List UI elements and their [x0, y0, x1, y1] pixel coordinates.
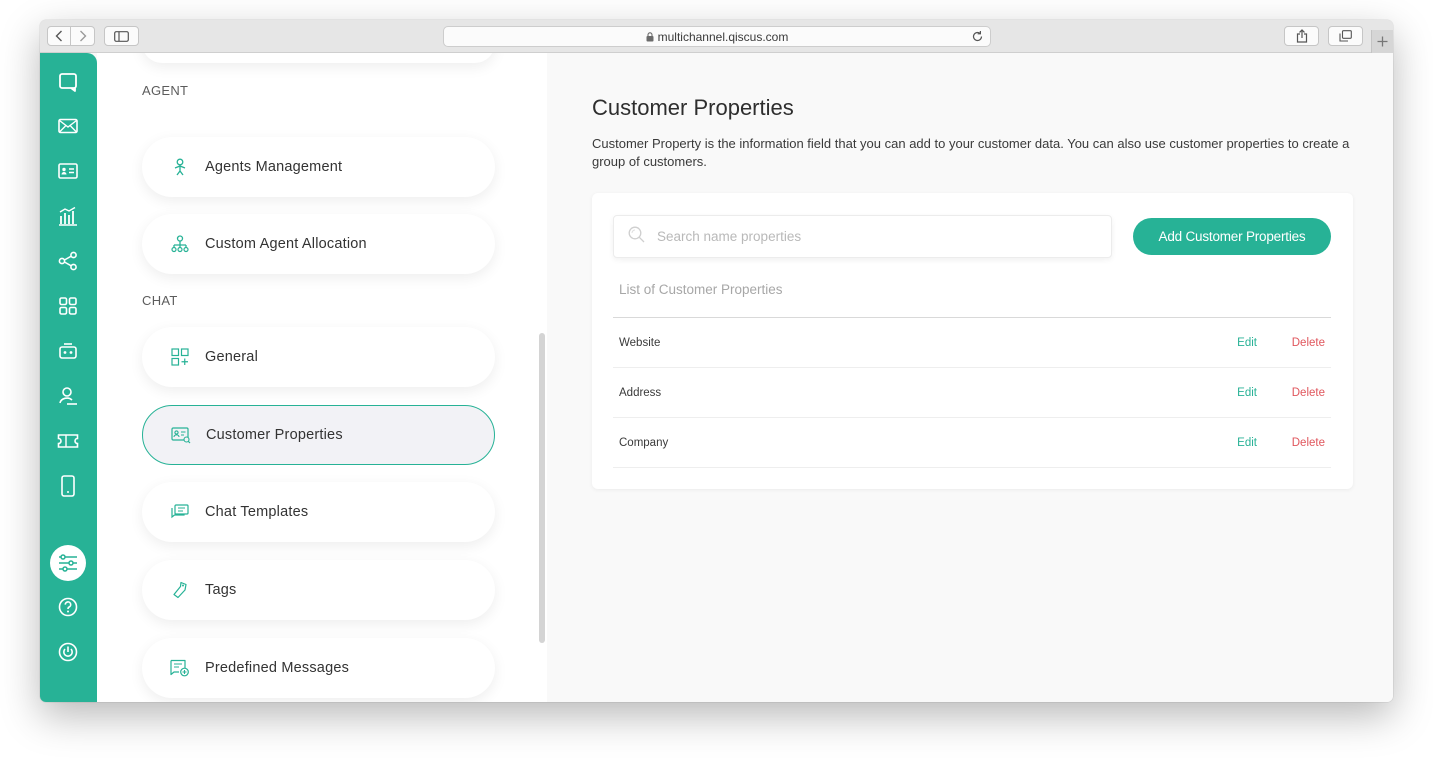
- edit-link[interactable]: Edit: [1237, 337, 1257, 349]
- lock-icon: [646, 31, 654, 42]
- chat-bubble-icon: [59, 73, 77, 92]
- sidebar-toggle-button[interactable]: [104, 26, 139, 46]
- plus-icon: [1377, 36, 1388, 47]
- settings-item-label: Predefined Messages: [205, 660, 350, 676]
- settings-item-tags[interactable]: Tags: [142, 560, 495, 620]
- grid-plus-icon: [170, 347, 190, 367]
- table-row: Company Edit Delete: [613, 418, 1331, 468]
- edit-link[interactable]: Edit: [1237, 387, 1257, 399]
- rail-agents[interactable]: [57, 385, 79, 407]
- agent-icon: [170, 157, 190, 177]
- edit-link[interactable]: Edit: [1237, 437, 1257, 449]
- property-name: Company: [619, 436, 669, 449]
- main-content: Customer Properties Customer Property is…: [547, 53, 1393, 702]
- predefined-message-icon: [170, 658, 190, 678]
- tabs-overview-button[interactable]: [1328, 26, 1363, 46]
- power-icon: [58, 642, 78, 662]
- settings-item-label: Agents Management: [205, 159, 343, 175]
- share-button[interactable]: [1284, 26, 1319, 46]
- mobile-icon: [61, 475, 75, 497]
- ticket-icon: [57, 434, 79, 448]
- settings-item-agents-management[interactable]: Agents Management: [142, 137, 495, 197]
- rail-help[interactable]: [57, 596, 79, 618]
- forward-button[interactable]: [71, 26, 95, 46]
- share-nodes-icon: [58, 251, 77, 271]
- table-row: Address Edit Delete: [613, 368, 1331, 418]
- tabs-icon: [1339, 30, 1352, 42]
- sidebar-icon: [114, 30, 129, 42]
- search-box[interactable]: [613, 215, 1112, 258]
- apps-grid-icon: [59, 297, 77, 315]
- app-nav-rail: [40, 53, 97, 702]
- settings-item-custom-agent-allocation[interactable]: Custom Agent Allocation: [142, 214, 495, 274]
- settings-item-label: Custom Agent Allocation: [205, 236, 367, 252]
- rail-bot[interactable]: [57, 340, 79, 362]
- settings-item-label: Tags: [205, 582, 237, 598]
- help-icon: [58, 597, 78, 617]
- browser-window: multichannel.qiscus.com AGENT Agents Man…: [40, 20, 1393, 702]
- delete-link[interactable]: Delete: [1292, 437, 1325, 449]
- rail-contacts[interactable]: [57, 160, 79, 182]
- settings-item-general[interactable]: General: [142, 327, 495, 387]
- customer-card-icon: [171, 425, 191, 445]
- rail-email[interactable]: [57, 115, 79, 137]
- rail-tickets[interactable]: [57, 430, 79, 452]
- settings-sliders-icon: [59, 554, 77, 572]
- settings-item-label: Chat Templates: [205, 504, 309, 520]
- rail-inbox[interactable]: [57, 71, 79, 93]
- search-input[interactable]: [657, 229, 1077, 244]
- bar-chart-icon: [59, 206, 77, 226]
- settings-scrollbar[interactable]: [539, 333, 545, 643]
- add-customer-properties-button[interactable]: Add Customer Properties: [1133, 218, 1331, 255]
- settings-item-label: Customer Properties: [206, 427, 343, 443]
- back-button[interactable]: [47, 26, 71, 46]
- settings-item-customer-properties[interactable]: Customer Properties: [142, 405, 495, 465]
- rail-logout[interactable]: [57, 641, 79, 663]
- user-sign-icon: [59, 387, 77, 405]
- share-icon: [1296, 29, 1307, 43]
- rail-settings[interactable]: [50, 545, 86, 581]
- property-name: Website: [619, 336, 661, 349]
- allocation-icon: [170, 234, 190, 254]
- id-card-icon: [58, 163, 78, 179]
- settings-item-partial[interactable]: [142, 53, 495, 63]
- settings-item-chat-templates[interactable]: Chat Templates: [142, 482, 495, 542]
- chat-template-icon: [170, 502, 190, 522]
- delete-link[interactable]: Delete: [1292, 337, 1325, 349]
- chevron-left-icon: [55, 30, 62, 42]
- reload-icon[interactable]: [971, 30, 984, 43]
- url-text: multichannel.qiscus.com: [657, 29, 789, 44]
- list-header: List of Customer Properties: [619, 282, 783, 297]
- property-name: Address: [619, 386, 662, 399]
- tag-icon: [170, 580, 190, 600]
- page-description: Customer Property is the information fie…: [592, 136, 1350, 169]
- settings-item-predefined-messages[interactable]: Predefined Messages: [142, 638, 495, 698]
- mail-icon: [58, 118, 78, 134]
- history-nav: [47, 26, 96, 46]
- settings-menu: AGENT Agents Management Custom Agent All…: [97, 53, 547, 702]
- rail-analytics[interactable]: [57, 205, 79, 227]
- table-row: Website Edit Delete: [613, 318, 1331, 368]
- delete-link[interactable]: Delete: [1292, 387, 1325, 399]
- address-bar[interactable]: multichannel.qiscus.com: [443, 26, 991, 47]
- section-label-chat: CHAT: [142, 293, 178, 308]
- section-label-agent: AGENT: [142, 83, 189, 98]
- settings-item-label: General: [205, 349, 258, 365]
- customer-properties-panel: Add Customer Properties List of Customer…: [592, 193, 1353, 489]
- rail-mobile[interactable]: [57, 475, 79, 497]
- new-tab-button[interactable]: [1371, 30, 1393, 53]
- browser-toolbar: multichannel.qiscus.com: [40, 20, 1393, 53]
- properties-list: Website Edit Delete Address Edit Delete …: [613, 317, 1331, 468]
- rail-apps[interactable]: [57, 295, 79, 317]
- chevron-right-icon: [79, 30, 86, 42]
- page-title: Customer Properties: [592, 95, 794, 120]
- robot-icon: [59, 343, 77, 359]
- rail-integrations[interactable]: [57, 250, 79, 272]
- search-icon: [628, 226, 645, 248]
